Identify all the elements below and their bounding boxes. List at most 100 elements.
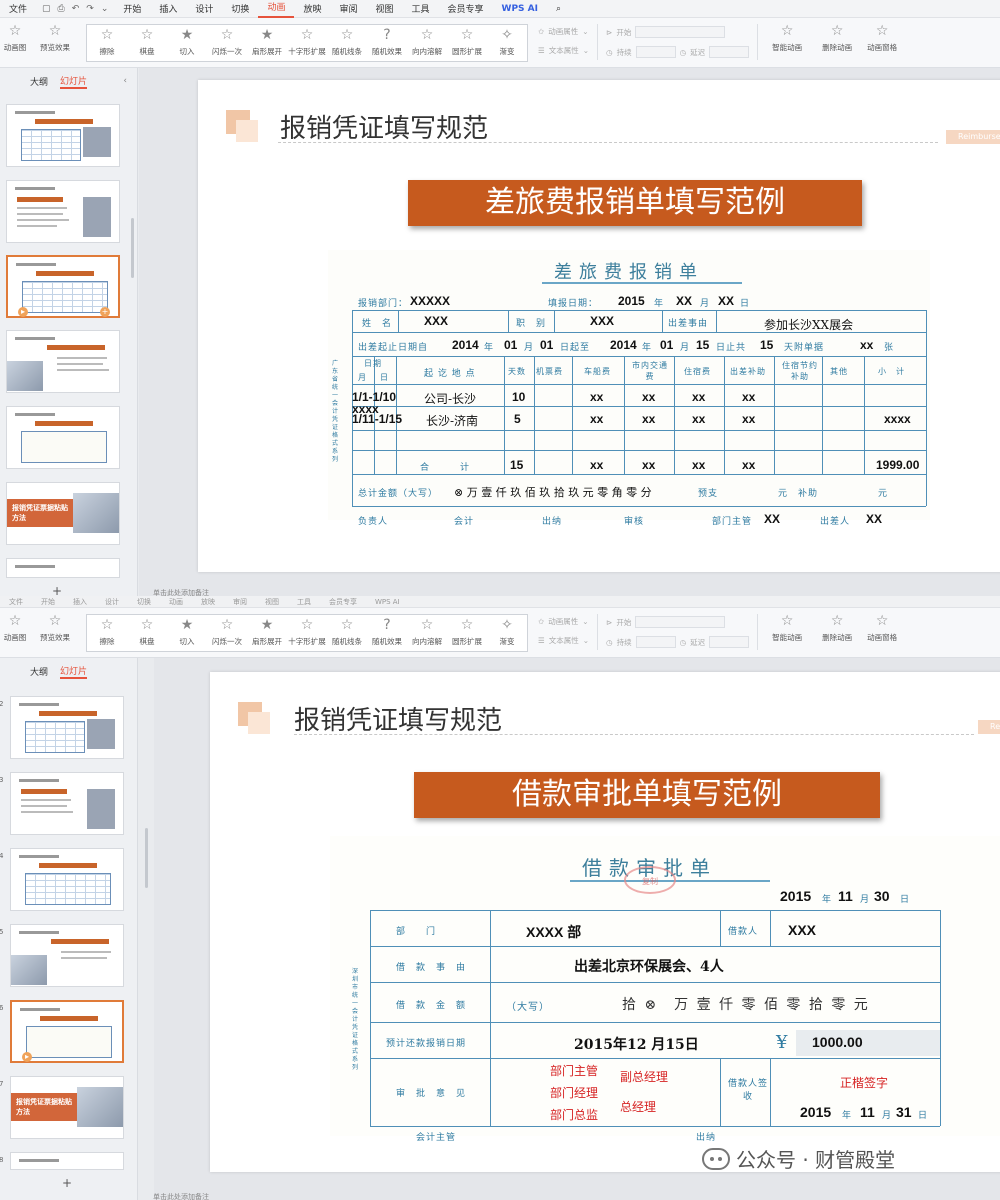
duration-input[interactable] — [635, 636, 676, 648]
wps-ai-button[interactable]: WPS AI — [493, 4, 547, 14]
animation-attr-dropdown[interactable]: ✩ 动画属性 ⌄ — [538, 26, 589, 37]
chevron-down-icon[interactable]: ⌄ — [101, 4, 109, 14]
smart-animation-button[interactable]: ☆ 智能动画 — [762, 614, 812, 643]
effect-flash[interactable]: ☆ 闪烁一次 — [207, 28, 247, 61]
animation-gallery: ☆ 擦除 ☆ 棋盘 ★ 切入 ☆ 闪烁一次 ★ 扇形展开 ☆ 十字形扩展 ☆ 随机线条 ? 随机… — [86, 614, 528, 652]
tab-home[interactable]: 开始 — [114, 2, 150, 15]
effect-fade[interactable]: ✧ 渐变 — [487, 28, 527, 61]
slide-thumb[interactable] — [10, 772, 124, 835]
animation-pane-button[interactable]: ☆ 动画窗格 — [862, 614, 902, 643]
sidebar-scrollbar[interactable] — [145, 828, 148, 888]
tab-animation[interactable]: 动画 — [258, 0, 295, 18]
slide-thumb[interactable] — [10, 696, 124, 759]
sidebar-scrollbar[interactable] — [131, 218, 134, 278]
effect-wipe[interactable]: ☆ 擦除 — [87, 618, 127, 651]
animation-pane-button[interactable]: ☆ 动画窗格 — [862, 24, 902, 53]
tab-slides[interactable]: 幻灯片 — [60, 74, 88, 89]
preview-button[interactable]: ☆ 预览效果 — [30, 614, 80, 643]
effect-checkerboard[interactable]: ☆ 棋盘 — [127, 28, 167, 61]
start-select[interactable] — [635, 26, 726, 38]
duration-icon: ◷ — [606, 47, 613, 57]
effect-random[interactable]: ? 随机效果 — [367, 618, 407, 651]
notes-placeholder[interactable]: 单击此处添加备注 — [139, 588, 1000, 596]
effect-circle[interactable]: ☆ 圆形扩展 — [447, 618, 487, 651]
delay-input[interactable] — [709, 46, 750, 58]
delete-animation-button[interactable]: ☆ 删除动画 — [812, 614, 862, 643]
slide-thumb[interactable] — [6, 180, 120, 243]
tab-tools[interactable]: 工具 — [403, 2, 439, 15]
dept-value: XXXX 部 — [526, 924, 582, 940]
effect-dissolve[interactable]: ☆ 向内溶解 — [407, 618, 447, 651]
slide-travel-expense[interactable]: 报销凭证填写规范 Reimburse 差旅费报销单填写范例 差旅费报销单 报销部… — [198, 80, 1000, 572]
preview-star-icon: ☆ — [48, 23, 62, 39]
row2-date: 1/11-1/15 — [352, 412, 403, 426]
effect-dissolve[interactable]: ☆ 向内溶解 — [407, 28, 447, 61]
slide-thumb[interactable] — [6, 558, 120, 578]
smart-animation-button[interactable]: ☆ 智能动画 — [762, 24, 812, 53]
slide-thumb[interactable] — [10, 924, 124, 987]
slide-thumb[interactable]: 报销凭证票据粘贴方法 — [10, 1076, 124, 1139]
redo-icon[interactable]: ↷ — [86, 4, 94, 14]
slide-canvas: 报销凭证填写规范 Re 借款审批单填写范例 借款审批单 复制 2015 年 11… — [154, 658, 1000, 1200]
slide-thumb[interactable] — [6, 104, 120, 167]
animation-painter-button[interactable]: ☆ 动画图 — [0, 614, 30, 643]
text-attr-dropdown[interactable]: ☰ 文本属性 ⌄ — [538, 45, 589, 56]
tab-design[interactable]: 设计 — [186, 2, 222, 15]
form-side-text: 深圳市统一会计凭证格式系列 — [352, 968, 360, 1071]
preview-button[interactable]: ☆ 预览效果 — [30, 24, 80, 53]
slide-thumb[interactable] — [6, 330, 120, 393]
save-icon[interactable]: ▢ — [42, 4, 51, 14]
effect-random[interactable]: ? 随机效果 — [367, 28, 407, 61]
delete-animation-button[interactable]: ☆ 删除动画 — [812, 24, 862, 53]
slide-thumb[interactable]: 报销凭证票据粘贴方法 — [6, 482, 120, 545]
delay-input[interactable] — [709, 636, 750, 648]
slide-thumb[interactable] — [6, 406, 120, 469]
effect-cross[interactable]: ☆ 十字形扩展 — [287, 28, 327, 61]
search-icon[interactable]: ⌕ — [547, 4, 570, 14]
tab-insert[interactable]: 插入 — [150, 2, 186, 15]
slide-thumb[interactable] — [10, 1152, 124, 1170]
effect-peek-in[interactable]: ★ 切入 — [167, 28, 207, 61]
menu-file[interactable]: 文件 — [0, 2, 36, 15]
collapse-sidebar-icon[interactable]: ‹ — [123, 76, 127, 86]
slide-thumb-selected[interactable]: ▸ + — [6, 255, 120, 318]
amount-in-words: ⊗ 万 壹 仟 玖 佰 玖 拾 玖 元 零 角 零 分 — [454, 486, 652, 499]
effect-fan[interactable]: ★ 扇形展开 — [247, 28, 287, 61]
effect-checkerboard[interactable]: ☆ 棋盘 — [127, 618, 167, 651]
effect-fan[interactable]: ★ 扇形展开 — [247, 618, 287, 651]
effect-circle[interactable]: ☆ 圆形扩展 — [447, 28, 487, 61]
duration-input[interactable] — [635, 46, 676, 58]
print-icon[interactable]: ⎙ — [58, 4, 65, 14]
slide-thumb[interactable] — [10, 848, 124, 911]
animation-painter-button[interactable]: ☆ 动画图 — [0, 24, 30, 53]
tab-outline[interactable]: 大纲 — [30, 665, 48, 678]
start-icon: ⊳ — [606, 617, 613, 627]
tab-outline[interactable]: 大纲 — [30, 75, 48, 88]
effect-fade[interactable]: ✧ 渐变 — [487, 618, 527, 651]
add-slide-icon[interactable]: + — [62, 1176, 72, 1190]
undo-icon[interactable]: ↶ — [72, 4, 80, 14]
tab-view[interactable]: 视图 — [366, 2, 402, 15]
text-attr-dropdown[interactable]: ☰ 文本属性 ⌄ — [538, 635, 589, 646]
effect-random-bars[interactable]: ☆ 随机线条 — [327, 618, 367, 651]
tab-member[interactable]: 会员专享 — [439, 2, 493, 15]
slide-loan-approval[interactable]: 报销凭证填写规范 Re 借款审批单填写范例 借款审批单 复制 2015 年 11… — [210, 672, 1000, 1172]
slide-thumb-selected[interactable]: ▸ — [10, 1000, 124, 1063]
tab-review[interactable]: 审阅 — [330, 2, 366, 15]
effect-wipe[interactable]: ☆ 擦除 — [87, 28, 127, 61]
play-icon: ▸ — [18, 307, 28, 317]
effect-flash[interactable]: ☆ 闪烁一次 — [207, 618, 247, 651]
tab-slideshow[interactable]: 放映 — [294, 2, 330, 15]
tab-slides[interactable]: 幻灯片 — [60, 664, 88, 679]
star-icon: ☆ — [8, 613, 22, 629]
effect-cross[interactable]: ☆ 十字形扩展 — [287, 618, 327, 651]
tab-transition[interactable]: 切换 — [222, 2, 258, 15]
notes-placeholder[interactable]: 单击此处添加备注 — [139, 1192, 1000, 1200]
animation-attr-dropdown[interactable]: ✩ 动画属性 ⌄ — [538, 616, 589, 627]
slide-title: 报销凭证填写规范 — [280, 114, 489, 144]
effect-random-bars[interactable]: ☆ 随机线条 — [327, 28, 367, 61]
effect-peek-in[interactable]: ★ 切入 — [167, 618, 207, 651]
smart-star-icon: ☆ — [780, 23, 794, 39]
add-slide-icon[interactable]: + — [52, 584, 62, 596]
start-select[interactable] — [635, 616, 726, 628]
